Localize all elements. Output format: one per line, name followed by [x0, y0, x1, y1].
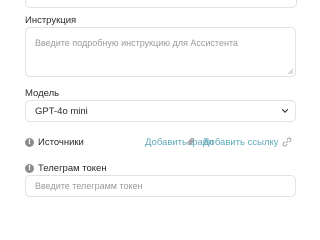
telegram-info-icon[interactable]: !: [25, 164, 34, 173]
chevron-down-icon: [281, 108, 289, 113]
paperclip-icon[interactable]: [186, 137, 196, 147]
model-select[interactable]: GPT-4o mini: [25, 100, 296, 122]
model-label: Модель: [25, 88, 60, 99]
telegram-token-label: Телеграм токен: [38, 163, 107, 174]
telegram-token-placeholder: Введите телеграмм токен: [35, 181, 143, 191]
sources-info-icon[interactable]: !: [25, 138, 34, 147]
telegram-token-input[interactable]: Введите телеграмм токен: [25, 175, 296, 197]
sources-label: Источники: [38, 137, 84, 148]
instruction-label: Инструкция: [25, 15, 77, 26]
resize-grip-icon[interactable]: [287, 68, 293, 74]
previous-field-input[interactable]: [25, 0, 297, 8]
add-link-link[interactable]: Добавить ссылку: [203, 137, 279, 148]
assistant-settings-form: Инструкция Введите подробную инструкцию …: [0, 0, 320, 200]
model-selected-value: GPT-4o mini: [35, 106, 88, 117]
instruction-placeholder: Введите подробную инструкцию для Ассисте…: [35, 38, 238, 48]
link-icon[interactable]: [282, 137, 292, 147]
instruction-textarea[interactable]: Введите подробную инструкцию для Ассисте…: [25, 27, 296, 77]
